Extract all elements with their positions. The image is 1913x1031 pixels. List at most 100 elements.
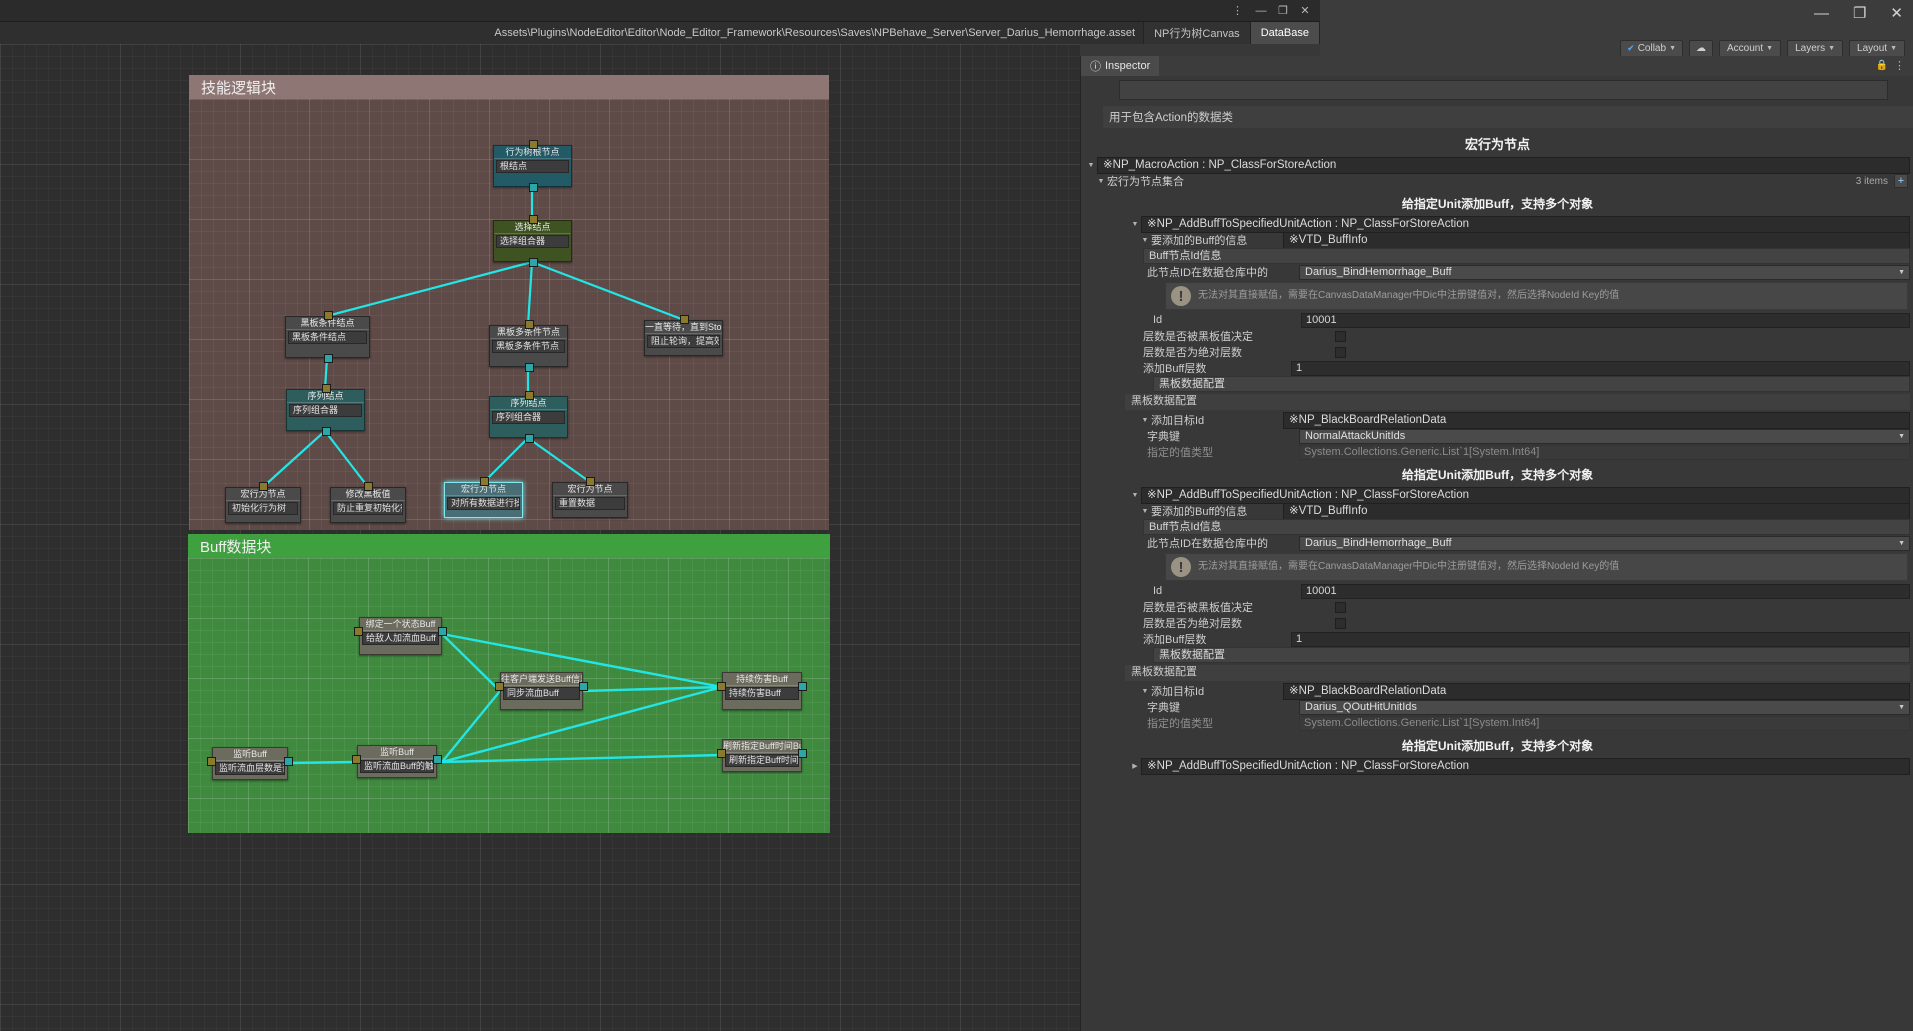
node-field[interactable]: 同步流血Buff <box>503 687 580 700</box>
node-field[interactable]: 防止重复初始化行为树 <box>333 502 403 515</box>
node-field[interactable]: 监听流血Buff的触发事件 <box>360 760 434 773</box>
node-field[interactable]: 持续伤害Buff <box>725 687 799 700</box>
canvas-node[interactable]: 宏行为节点 重置数据 <box>552 477 628 518</box>
add-buff-layer-field-input[interactable]: 1 <box>1291 631 1910 647</box>
buff-info-value[interactable]: ※VTD_BuffInfo <box>1283 231 1910 249</box>
node-input-port[interactable] <box>259 482 268 491</box>
foldout-triangle-icon[interactable]: ▼ <box>1085 162 1097 169</box>
foldout-triangle-icon[interactable]: ▼ <box>1095 178 1107 185</box>
node-input-port[interactable] <box>524 320 534 329</box>
buff-info-row[interactable]: ▼ 要添加的Buff的信息 ※VTD_BuffInfo <box>1081 502 1913 520</box>
canvas-node[interactable]: 绑定一个状态Buff 给敌人加流血Buff <box>354 617 447 655</box>
foldout-triangle-icon[interactable]: ▼ <box>1139 237 1151 244</box>
node-output-port[interactable] <box>323 354 333 363</box>
element-class-row[interactable]: ▶ ※NP_AddBuffToSpecifiedUnitAction : NP_C… <box>1081 757 1913 775</box>
maximize-button[interactable]: ❐ <box>1272 2 1294 20</box>
repo-id-row[interactable]: 此节点ID在数据仓库中的 Darius_BindHemorrhage_Buff ▼ <box>1081 535 1913 551</box>
canvas-node[interactable]: 序列结点 序列组合器 <box>489 391 568 443</box>
add-buff-layer-field-row[interactable]: 添加Buff层数 1 <box>1081 360 1913 376</box>
node-output-port[interactable] <box>528 258 538 267</box>
canvas-node[interactable]: 宏行为节点 初始化行为树 <box>225 482 301 523</box>
node-field[interactable]: 刷新指定Buff时间Buff <box>725 754 799 767</box>
target-id-value[interactable]: ※NP_BlackBoardRelationData <box>1283 682 1910 700</box>
layers-button[interactable]: Layers ▼ <box>1787 39 1844 58</box>
node-output-port[interactable] <box>579 682 588 691</box>
close-button[interactable]: ✕ <box>1294 2 1316 20</box>
repo-id-dropdown[interactable]: Darius_BindHemorrhage_Buff ▼ <box>1299 535 1910 551</box>
layer-by-blackboard-checkbox[interactable] <box>1335 330 1346 342</box>
dictionary-key-dropdown[interactable]: Darius_QOutHitUnitIds ▼ <box>1299 699 1910 715</box>
node-output-port[interactable] <box>524 434 534 443</box>
node-field[interactable]: 对所有数据进行操作 <box>447 497 520 510</box>
node-input-port[interactable] <box>586 477 595 486</box>
canvas-node[interactable]: 持续伤害Buff 持续伤害Buff <box>717 672 807 710</box>
foldout-triangle-icon[interactable]: ▼ <box>1139 508 1151 515</box>
canvas-node[interactable]: 刷新指定Buff时间Buff刷新指定Buff时间Buff <box>717 739 807 772</box>
macro-class-row[interactable]: ▼ ※NP_MacroAction : NP_ClassForStoreActi… <box>1081 156 1913 174</box>
node-input-port[interactable] <box>495 682 504 691</box>
id-field-input[interactable]: 10001 <box>1301 583 1910 599</box>
node-output-port[interactable] <box>284 757 293 766</box>
inspector-blank-field[interactable] <box>1119 80 1888 100</box>
node-output-port[interactable] <box>798 749 807 758</box>
minimize-button[interactable]: — <box>1250 2 1272 20</box>
canvas-node[interactable]: 修改黑板值防止重复初始化行为树 <box>330 482 406 523</box>
node-field[interactable]: 监听流血层数是否到达5层 <box>215 762 285 775</box>
node-input-port[interactable] <box>323 311 333 320</box>
canvas-node[interactable]: 选择结点 选择组合器 <box>493 215 572 267</box>
node-field[interactable]: 黑板多条件节点 <box>492 340 565 353</box>
foldout-triangle-icon[interactable]: ▼ <box>1129 221 1141 228</box>
canvas-node[interactable]: 行为树根节点 根结点 <box>493 140 572 192</box>
node-input-port[interactable] <box>717 749 726 758</box>
foldout-triangle-icon[interactable]: ▶ <box>1129 762 1141 770</box>
collection-row[interactable]: ▼ 宏行为节点集合 3 items + <box>1081 173 1913 189</box>
node-input-port[interactable] <box>479 477 489 486</box>
window-menu-dots[interactable]: ⋮ <box>1232 4 1244 17</box>
canvas-node[interactable]: 往客户端发送Buff信息Buff同步流血Buff <box>495 672 588 710</box>
node-output-port[interactable] <box>438 627 447 636</box>
unity-close-button[interactable]: ✕ <box>1890 4 1903 22</box>
foldout-triangle-icon[interactable]: ▼ <box>1129 492 1141 499</box>
node-field[interactable]: 给敌人加流血Buff <box>362 632 439 645</box>
unity-restore-button[interactable]: ❐ <box>1853 4 1866 22</box>
foldout-triangle-icon[interactable]: ▼ <box>1139 688 1151 695</box>
layer-by-blackboard-checkbox[interactable] <box>1335 601 1346 613</box>
target-id-value[interactable]: ※NP_BlackBoardRelationData <box>1283 411 1910 429</box>
node-editor-canvas[interactable]: 技能逻辑块 Buff数据块 行为树根节点 根结点 选择结点 选择组合器 黑板条件… <box>0 44 1080 1031</box>
node-input-port[interactable] <box>679 315 689 324</box>
id-field-row[interactable]: Id 10001 <box>1081 583 1913 599</box>
canvas-node[interactable]: 监听Buff监听流血层数是否到达5层 <box>207 747 293 780</box>
inspector-body[interactable]: 用于包含Action的数据类 宏行为节点 ▼ ※NP_MacroAction :… <box>1081 76 1913 976</box>
node-input-port[interactable] <box>364 482 373 491</box>
layer-by-blackboard-checkbox-row[interactable]: 层数是否被黑板值决定 <box>1081 599 1913 615</box>
tab-np-behaviour-canvas[interactable]: NP行为树Canvas <box>1144 22 1251 44</box>
node-field[interactable]: 阻止轮询，提高效率 <box>647 335 720 348</box>
element-class-row[interactable]: ▼ ※NP_AddBuffToSpecifiedUnitAction : NP_C… <box>1081 486 1913 504</box>
node-field[interactable]: 重置数据 <box>555 497 625 510</box>
layer-by-blackboard-checkbox-row[interactable]: 层数是否被黑板值决定 <box>1081 328 1913 344</box>
buff-info-row[interactable]: ▼ 要添加的Buff的信息 ※VTD_BuffInfo <box>1081 231 1913 249</box>
kebab-icon[interactable]: ⋮ <box>1894 59 1906 72</box>
dictionary-key-dropdown[interactable]: NormalAttackUnitIds ▼ <box>1299 428 1910 444</box>
node-input-port[interactable] <box>528 140 538 149</box>
node-input-port[interactable] <box>354 627 363 636</box>
layer-absolute-checkbox[interactable] <box>1335 617 1346 629</box>
element-class-row[interactable]: ▼ ※NP_AddBuffToSpecifiedUnitAction : NP_C… <box>1081 215 1913 233</box>
target-id-row[interactable]: ▼ 添加目标Id ※NP_BlackBoardRelationData <box>1081 411 1913 429</box>
add-buff-layer-field-input[interactable]: 1 <box>1291 360 1910 376</box>
node-input-port[interactable] <box>352 755 361 764</box>
node-input-port[interactable] <box>207 757 216 766</box>
node-output-port[interactable] <box>528 183 538 192</box>
layer-absolute-checkbox[interactable] <box>1335 346 1346 358</box>
id-field-input[interactable]: 10001 <box>1301 312 1910 328</box>
node-field[interactable]: 初始化行为树 <box>228 502 298 515</box>
add-element-button[interactable]: + <box>1894 174 1908 188</box>
account-button[interactable]: Account ▼ <box>1719 39 1782 58</box>
canvas-node[interactable]: 监听Buff监听流血Buff的触发事件 <box>352 745 442 778</box>
canvas-node[interactable]: 黑板多条件节点 黑板多条件节点 <box>489 320 568 372</box>
target-id-row[interactable]: ▼ 添加目标Id ※NP_BlackBoardRelationData <box>1081 682 1913 700</box>
collab-button[interactable]: ✔ Collab ▼ <box>1620 39 1683 58</box>
add-buff-layer-field-row[interactable]: 添加Buff层数 1 <box>1081 631 1913 647</box>
canvas-node[interactable]: 宏行为节点对所有数据进行操作 <box>444 477 523 518</box>
node-output-port[interactable] <box>524 363 534 372</box>
